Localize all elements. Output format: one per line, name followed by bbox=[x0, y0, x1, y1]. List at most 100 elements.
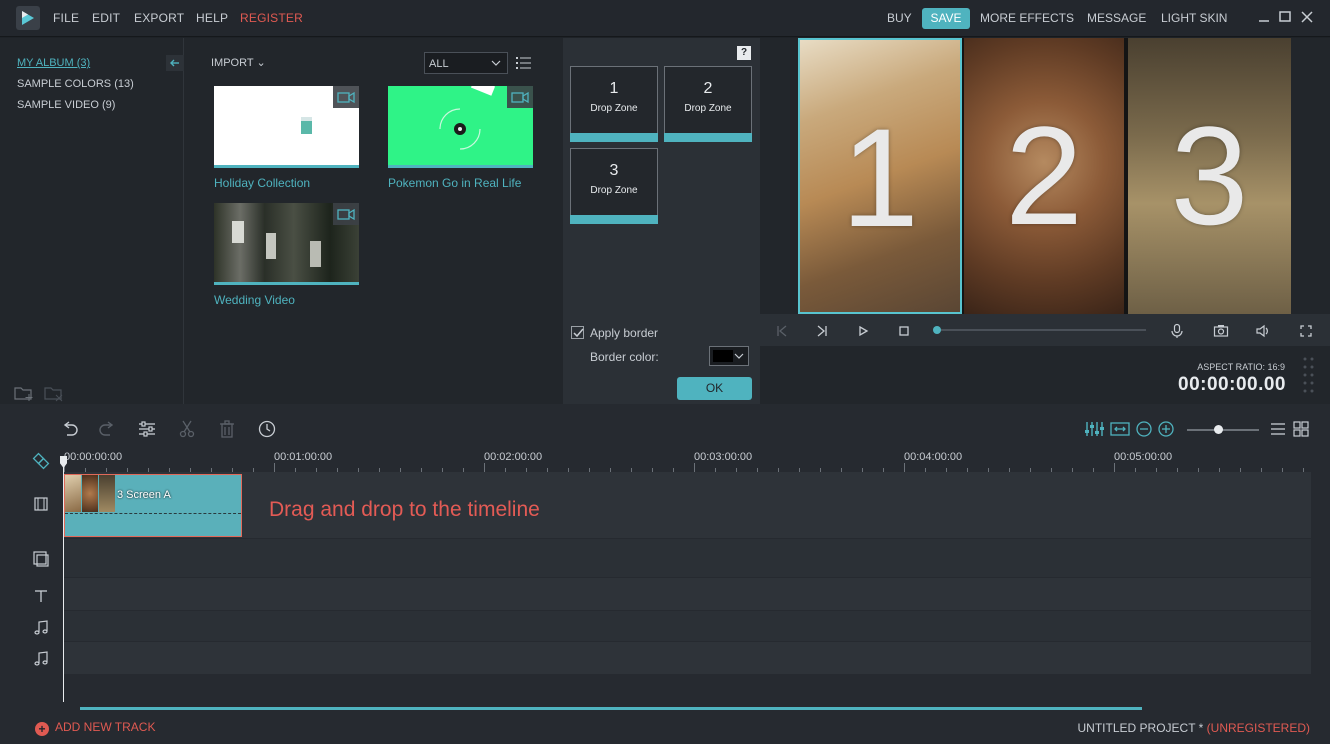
video-track-2[interactable] bbox=[63, 539, 1311, 577]
remove-folder-icon[interactable] bbox=[44, 384, 64, 405]
ruler-label: 00:01:00:00 bbox=[274, 451, 333, 463]
minimize-icon[interactable] bbox=[1256, 9, 1272, 25]
maximize-icon[interactable] bbox=[1277, 9, 1293, 25]
fit-timeline-icon[interactable] bbox=[1110, 420, 1130, 441]
step-forward-icon[interactable] bbox=[814, 323, 830, 339]
drag-drop-hint: Drag and drop to the timeline bbox=[269, 498, 540, 521]
media-item-wedding[interactable]: Wedding Video bbox=[214, 203, 359, 307]
playback-controls bbox=[760, 314, 1330, 346]
timeline-ruler[interactable]: 00:00:00:00 00:01:00:00 00:02:00:00 00:0… bbox=[64, 448, 1310, 472]
grid-view-icon[interactable] bbox=[1293, 420, 1309, 441]
ruler-label: 00:00:00:00 bbox=[64, 451, 123, 463]
album-sample-colors[interactable]: SAMPLE COLORS (13) bbox=[17, 78, 134, 90]
thumbnail-jar bbox=[232, 221, 244, 243]
save-button[interactable]: SAVE bbox=[922, 8, 970, 29]
ruler-tick bbox=[484, 463, 485, 472]
thumbnail-figure bbox=[301, 117, 312, 134]
skip-back-icon[interactable] bbox=[774, 323, 790, 339]
media-item-pokemon[interactable]: Pokemon Go in Real Life bbox=[388, 86, 533, 190]
stop-icon[interactable] bbox=[896, 323, 912, 339]
play-icon[interactable] bbox=[855, 323, 871, 339]
delete-icon[interactable] bbox=[217, 420, 237, 441]
drop-zone-number: 1 bbox=[609, 80, 619, 97]
drop-zone-2[interactable]: 2 Drop Zone bbox=[664, 66, 752, 142]
zoom-in-icon[interactable] bbox=[1157, 420, 1175, 441]
ok-button[interactable]: OK bbox=[677, 377, 752, 400]
seek-track[interactable] bbox=[936, 329, 1146, 331]
resize-grip-icon[interactable] bbox=[1302, 356, 1316, 401]
clip-label: 3 Screen A bbox=[117, 489, 171, 501]
preview-pane-2: 2 bbox=[964, 38, 1124, 314]
collapse-arrow-icon[interactable] bbox=[166, 55, 184, 71]
project-name: UNTITLED PROJECT * (UNREGISTERED) bbox=[1078, 721, 1310, 735]
album-my-album[interactable]: MY ALBUM (3) bbox=[17, 57, 90, 69]
cut-icon[interactable] bbox=[177, 420, 197, 441]
more-effects-link[interactable]: MORE EFFECTS bbox=[980, 11, 1074, 25]
video-camera-icon bbox=[333, 203, 359, 225]
preview-screen: 1 2 3 bbox=[798, 38, 1291, 314]
zoom-slider-track[interactable] bbox=[1187, 429, 1259, 431]
clock-icon[interactable] bbox=[257, 420, 277, 441]
undo-icon[interactable] bbox=[60, 420, 80, 441]
video-camera-icon bbox=[333, 86, 359, 108]
project-status: (UNREGISTERED) bbox=[1206, 721, 1310, 735]
album-sample-video[interactable]: SAMPLE VIDEO (9) bbox=[17, 99, 115, 111]
add-folder-icon[interactable] bbox=[14, 384, 34, 405]
buy-link[interactable]: BUY bbox=[887, 11, 912, 25]
filter-select[interactable]: ALL bbox=[424, 52, 508, 74]
redo-icon[interactable] bbox=[97, 420, 117, 441]
video-camera-icon bbox=[507, 86, 533, 108]
media-title: Holiday Collection bbox=[214, 176, 311, 190]
microphone-icon[interactable] bbox=[1169, 323, 1185, 339]
video-track-1[interactable] bbox=[63, 472, 1311, 538]
snapshot-camera-icon[interactable] bbox=[1213, 323, 1229, 339]
help-button[interactable]: ? bbox=[737, 46, 751, 60]
media-thumbnail bbox=[214, 203, 359, 285]
apply-border-checkbox[interactable] bbox=[571, 326, 584, 339]
light-skin-link[interactable]: LIGHT SKIN bbox=[1161, 11, 1227, 25]
menu-edit[interactable]: EDIT bbox=[92, 11, 120, 25]
ruler-tick bbox=[904, 463, 905, 472]
close-icon[interactable] bbox=[1299, 9, 1315, 25]
menu-register[interactable]: REGISTER bbox=[240, 11, 303, 25]
plus-icon: + bbox=[35, 722, 49, 736]
list-view-icon[interactable] bbox=[516, 56, 532, 73]
fullscreen-icon[interactable] bbox=[1298, 323, 1314, 339]
audio-track-1[interactable] bbox=[63, 611, 1311, 641]
audio-mixer-icon[interactable] bbox=[1084, 420, 1104, 441]
preview-pane-number: 3 bbox=[1170, 97, 1249, 254]
audio-track-2[interactable] bbox=[63, 642, 1311, 674]
volume-icon[interactable] bbox=[1255, 323, 1271, 339]
app-logo-icon bbox=[16, 6, 40, 30]
ruler-label: 00:04:00:00 bbox=[904, 451, 963, 463]
checkmark-icon bbox=[573, 328, 584, 338]
list-view-icon[interactable] bbox=[1270, 420, 1286, 441]
timeline-scrollbar[interactable] bbox=[80, 707, 1142, 710]
preview-panel: 1 2 3 ASPECT RATIO: 16:9 00:00:00.00 bbox=[760, 38, 1330, 404]
menu-help[interactable]: HELP bbox=[196, 11, 228, 25]
drop-zone-1[interactable]: 1 Drop Zone bbox=[570, 66, 658, 142]
playhead[interactable] bbox=[63, 456, 64, 702]
add-marker-icon[interactable] bbox=[32, 452, 50, 473]
timeline-panel: 00:00:00:00 00:01:00:00 00:02:00:00 00:0… bbox=[0, 404, 1330, 744]
add-new-track-button[interactable]: + ADD NEW TRACK bbox=[35, 720, 155, 736]
top-menu-bar: FILE EDIT EXPORT HELP REGISTER BUY SAVE … bbox=[0, 0, 1330, 37]
thumbnail-jar bbox=[310, 241, 321, 267]
zoom-slider-handle[interactable] bbox=[1214, 425, 1223, 434]
adjust-icon[interactable] bbox=[137, 420, 157, 441]
media-item-holiday[interactable]: Holiday Collection bbox=[214, 86, 359, 190]
text-track[interactable] bbox=[63, 578, 1311, 610]
preview-pane-number: 2 bbox=[1005, 97, 1083, 254]
menu-export[interactable]: EXPORT bbox=[134, 11, 184, 25]
import-dropdown[interactable]: IMPORT ⌄ bbox=[211, 56, 266, 69]
add-track-label: ADD NEW TRACK bbox=[55, 720, 156, 734]
border-color-picker[interactable] bbox=[709, 346, 749, 366]
drop-zone-label: Drop Zone bbox=[590, 185, 638, 196]
drop-zone-3[interactable]: 3 Drop Zone bbox=[570, 148, 658, 224]
menu-file[interactable]: FILE bbox=[53, 11, 79, 25]
media-library-panel: MY ALBUM (3) SAMPLE COLORS (13) SAMPLE V… bbox=[0, 38, 563, 404]
seek-handle[interactable] bbox=[933, 326, 941, 334]
zoom-out-icon[interactable] bbox=[1135, 420, 1153, 441]
timeline-clip[interactable]: 3 Screen A bbox=[64, 474, 242, 537]
message-link[interactable]: MESSAGE bbox=[1087, 11, 1146, 25]
